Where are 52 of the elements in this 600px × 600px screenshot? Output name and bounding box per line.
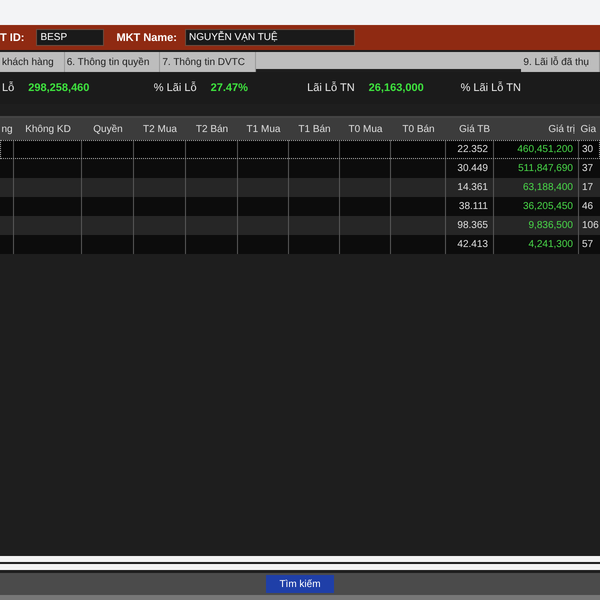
- table-cell: 37: [582, 163, 594, 174]
- tab[interactable]: 6. Thông tin quyền: [64, 52, 160, 72]
- table-cell: 30.449: [457, 163, 488, 174]
- column-header[interactable]: T0 Mua: [340, 118, 391, 140]
- name-field[interactable]: NGUYỄN VẠN TUỆ: [184, 29, 355, 46]
- table-cell: 98.365: [457, 220, 488, 231]
- table-cell: 36,205,450: [522, 201, 573, 212]
- column-header[interactable]: ng: [0, 118, 14, 140]
- table-cell: 63,188,400: [522, 182, 573, 193]
- table-cell: 9,836,500: [528, 220, 573, 231]
- table-cell: 46: [582, 201, 594, 212]
- tab[interactable]: 9. Lãi lỗ đã thụ: [521, 52, 600, 72]
- column-header[interactable]: T0 Bán: [391, 118, 446, 140]
- table-row[interactable]: 42.413 4,241,300 57: [0, 235, 600, 254]
- column-header[interactable]: T1 Mua: [238, 118, 289, 140]
- table-cell: 22.352: [457, 144, 488, 155]
- table-cell: 4,241,300: [528, 239, 573, 250]
- column-header[interactable]: Giá trị: [494, 118, 579, 140]
- summary-label: % Lãi Lỗ TN: [460, 82, 521, 94]
- column-header[interactable]: T2 Bán: [186, 118, 238, 140]
- summary-label: Lỗ: [2, 82, 14, 94]
- table-cell: 38.111: [458, 201, 488, 212]
- table-cell: 106: [582, 220, 599, 231]
- tab[interactable]: 7. Thông tin DVTC: [160, 52, 256, 72]
- summary-value: 26,163,000: [368, 82, 424, 94]
- table-cell: 460,451,200: [517, 144, 573, 155]
- table-row[interactable]: 22.352 460,451,200 30: [0, 140, 600, 159]
- id-field[interactable]: BESP: [36, 29, 104, 46]
- table-cell: 30: [582, 144, 594, 155]
- table-row[interactable]: 14.361 63,188,400 17: [0, 178, 600, 197]
- column-header[interactable]: Không KD: [14, 118, 82, 140]
- table-cell: 57: [582, 239, 594, 250]
- column-header[interactable]: Giá TB: [446, 118, 494, 140]
- summary-value: 298,258,460: [28, 82, 90, 94]
- table-row[interactable]: 38.111 36,205,450 46: [0, 197, 600, 216]
- column-header[interactable]: T2 Mua: [134, 118, 186, 140]
- table-cell: 42.413: [457, 239, 488, 250]
- table-row[interactable]: 98.365 9,836,500 106: [0, 216, 600, 235]
- table-cell: 511,847,690: [518, 163, 573, 174]
- table-cell: 17: [582, 182, 594, 193]
- summary-label: % Lãi Lỗ: [154, 82, 197, 94]
- column-header[interactable]: Gia: [579, 118, 600, 140]
- id-label: T ID:: [0, 32, 24, 44]
- column-header[interactable]: Quyền: [82, 118, 134, 140]
- column-header[interactable]: T1 Bán: [289, 118, 340, 140]
- search-button[interactable]: Tìm kiếm: [266, 575, 334, 593]
- table-cell: 14.361: [457, 182, 488, 193]
- summary-label: Lãi Lỗ TN: [307, 82, 355, 94]
- name-label: MKT Name:: [116, 32, 177, 44]
- tab[interactable]: khách hàng: [0, 52, 65, 72]
- summary-value: 27.47%: [210, 82, 248, 94]
- table-row[interactable]: 30.449 511,847,690 37: [0, 159, 600, 178]
